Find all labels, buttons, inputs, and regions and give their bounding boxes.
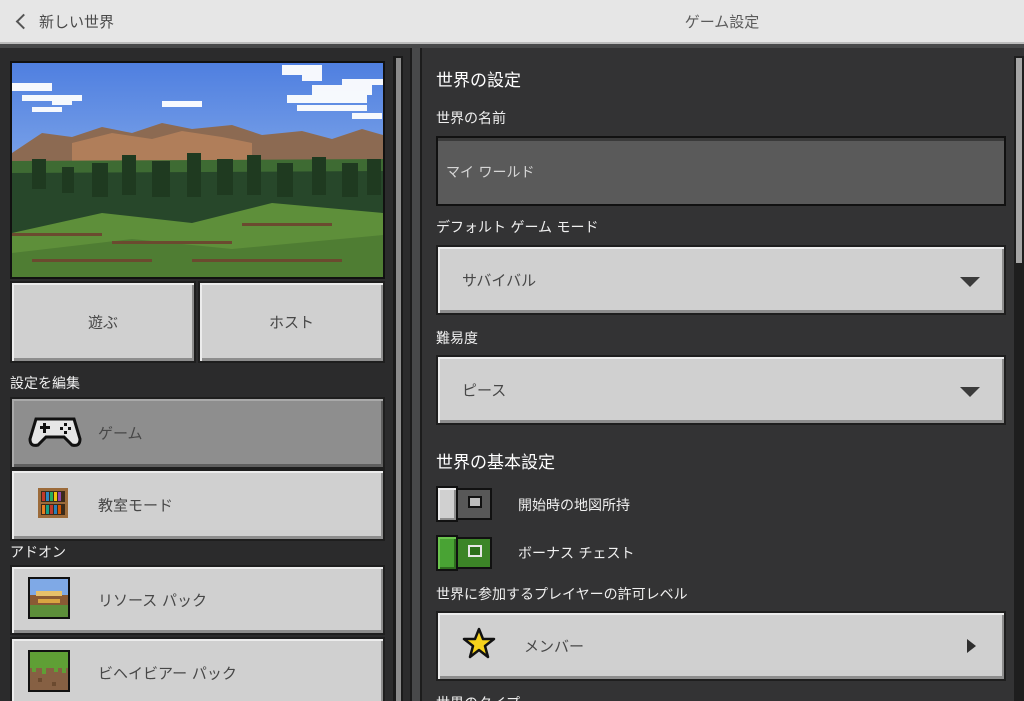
addons-heading: アドオン <box>10 545 66 561</box>
difficulty-dropdown[interactable]: ピース <box>436 355 1006 425</box>
bonus-chest-label: ボーナス チェスト <box>518 546 635 562</box>
permission-level-label: 世界に参加するプレイヤーの許可レベル <box>436 587 688 603</box>
controller-icon <box>28 413 82 453</box>
landscape-illustration <box>12 63 383 277</box>
behavior-pack-label: ビヘイビアー パック <box>98 664 237 683</box>
world-name-label: 世界の名前 <box>436 111 506 127</box>
game-settings-label: ゲーム <box>98 424 143 443</box>
starting-map-toggle[interactable] <box>436 486 494 522</box>
play-button[interactable]: 遊ぶ <box>10 281 196 363</box>
bonus-chest-toggle[interactable] <box>436 535 494 571</box>
game-mode-dropdown[interactable]: サバイバル <box>436 245 1006 315</box>
dropdown-arrow-icon <box>960 277 980 287</box>
star-icon <box>462 627 496 665</box>
behavior-pack-button[interactable]: ビヘイビアー パック <box>10 637 385 701</box>
difficulty-value: ピース <box>462 381 507 400</box>
toggle-off-indicator <box>468 496 482 508</box>
page-title: ゲーム設定 <box>684 13 760 31</box>
starting-map-label: 開始時の地図所持 <box>518 498 630 514</box>
world-type-label: 世界のタイプ <box>436 693 520 701</box>
toggle-on-indicator <box>468 545 482 557</box>
resource-pack-icon <box>28 577 70 623</box>
world-settings-heading: 世界の設定 <box>436 71 521 91</box>
expand-arrow-icon <box>967 639 976 653</box>
back-button[interactable]: 新しい世界 <box>14 8 114 34</box>
difficulty-label: 難易度 <box>436 331 478 347</box>
bookshelf-icon <box>38 488 68 522</box>
game-mode-label: デフォルト ゲーム モード <box>436 220 599 236</box>
right-scrollbar-thumb[interactable] <box>1016 58 1022 263</box>
top-bar: 新しい世界 ゲーム設定 <box>0 0 1024 44</box>
world-preview-image <box>10 61 385 279</box>
chevron-left-icon <box>15 13 32 29</box>
left-panel: 遊ぶ ホスト 設定を編集 ゲーム 教室モード アドオン リソース パック ビヘイ… <box>0 48 412 701</box>
grass-block-icon <box>28 650 70 696</box>
permission-level-button[interactable]: メンバー <box>436 611 1006 681</box>
game-mode-value: サバイバル <box>462 271 537 290</box>
basic-settings-heading: 世界の基本設定 <box>436 453 555 473</box>
resource-pack-button[interactable]: リソース パック <box>10 565 385 635</box>
play-button-label: 遊ぶ <box>87 313 118 332</box>
classroom-mode-button[interactable]: 教室モード <box>10 469 385 541</box>
permission-level-value: メンバー <box>524 637 585 656</box>
classroom-mode-label: 教室モード <box>98 496 174 515</box>
dropdown-arrow-icon <box>960 387 980 397</box>
toggle-knob <box>436 535 458 571</box>
host-button[interactable]: ホスト <box>198 281 385 363</box>
host-button-label: ホスト <box>268 313 314 332</box>
back-button-label: 新しい世界 <box>39 12 115 31</box>
game-settings-button[interactable]: ゲーム <box>10 397 385 469</box>
edit-settings-heading: 設定を編集 <box>10 376 80 392</box>
toggle-knob <box>436 486 458 522</box>
world-name-input[interactable]: マイ ワールド <box>436 136 1006 206</box>
left-scrollbar-thumb[interactable] <box>396 58 401 701</box>
resource-pack-label: リソース パック <box>98 591 208 610</box>
world-name-value: マイ ワールド <box>446 165 535 181</box>
right-panel: 世界の設定 世界の名前 マイ ワールド デフォルト ゲーム モード サバイバル … <box>420 48 1024 701</box>
